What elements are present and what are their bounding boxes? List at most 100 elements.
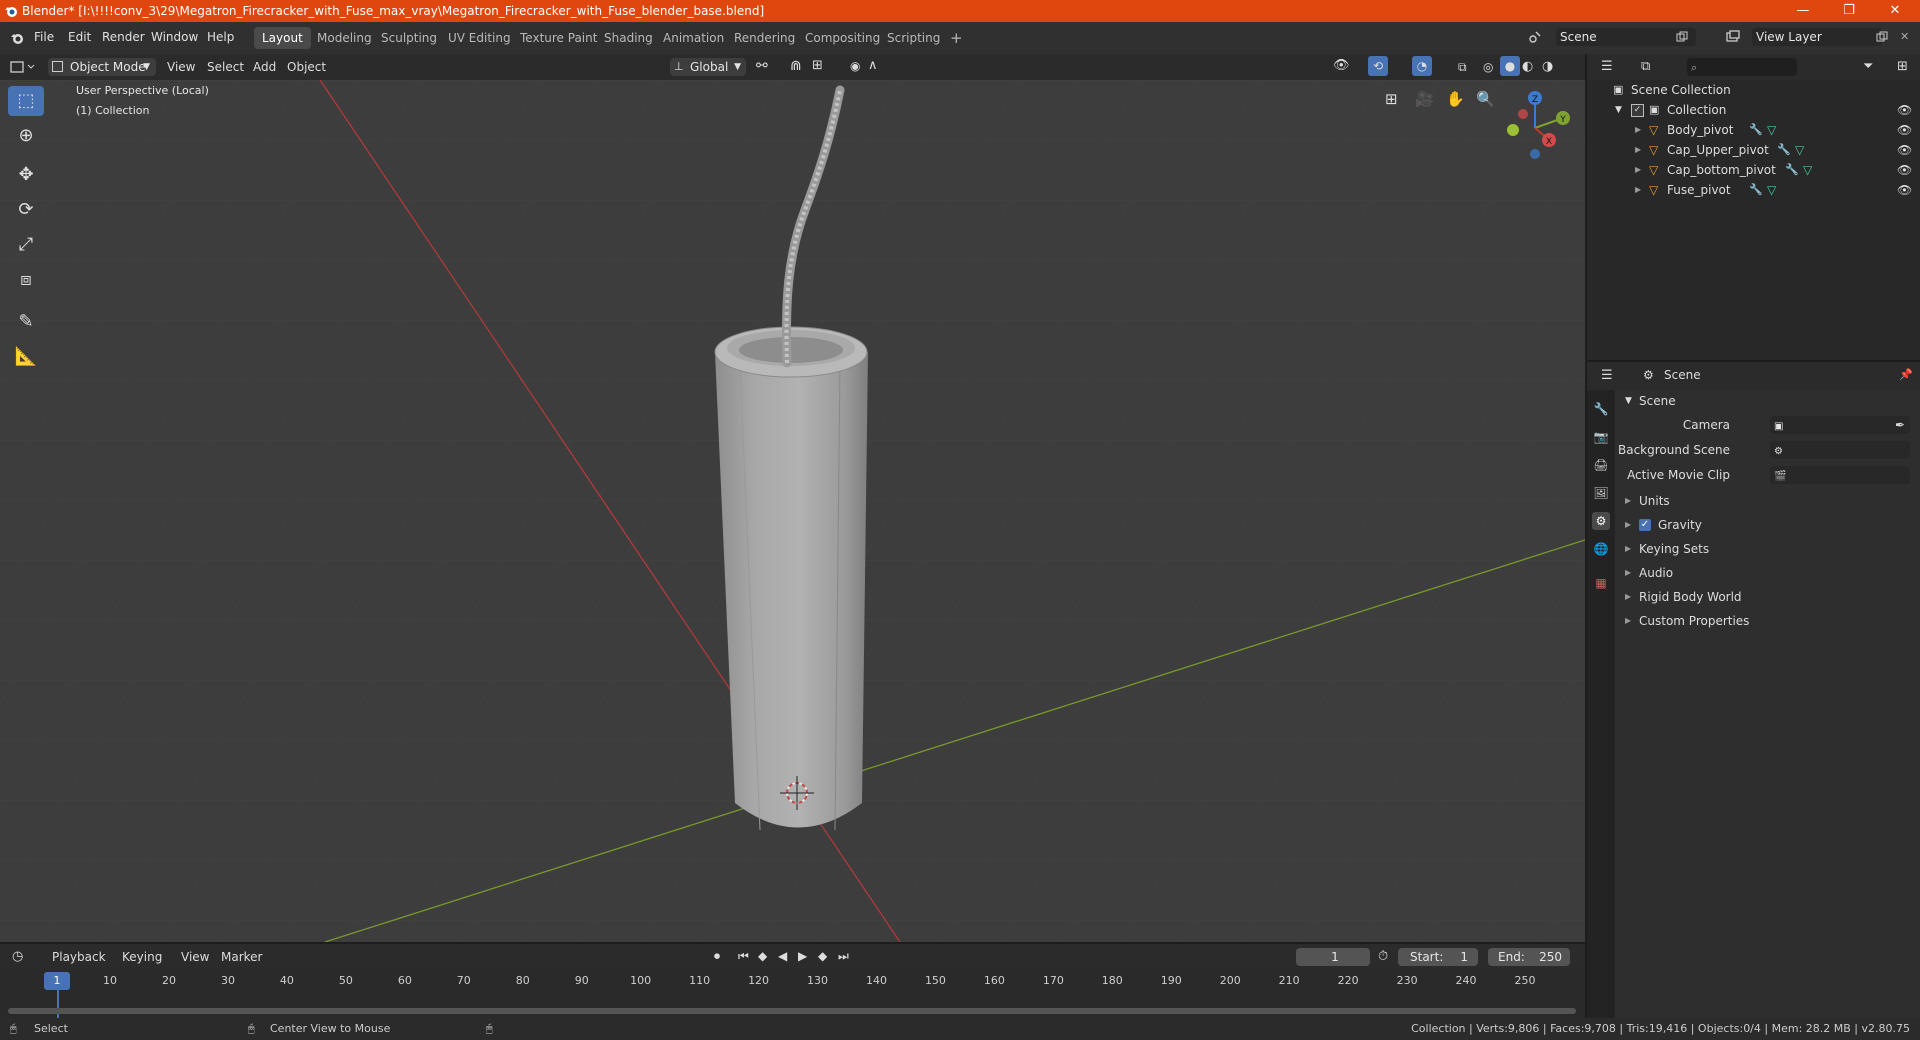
timeline-menu-playback[interactable]: Playback <box>52 948 106 966</box>
keying-sets-section[interactable]: ▶ Keying Sets <box>1615 538 1920 560</box>
filter-icon[interactable]: ⏷ <box>1863 59 1873 74</box>
outliner-editor-icon[interactable]: ☰ <box>1601 59 1613 74</box>
eye-icon[interactable]: 👁 <box>1897 160 1912 180</box>
next-keyframe-icon[interactable]: ◆ <box>818 949 827 963</box>
play-icon[interactable]: ▶ <box>798 949 807 963</box>
units-section[interactable]: ▶ Units <box>1615 490 1920 512</box>
scene-tab-icon[interactable]: ⚙ <box>1592 512 1610 530</box>
viewport-menu-add[interactable]: Add <box>253 58 276 76</box>
render-tab-icon[interactable]: 📷 <box>1592 428 1610 446</box>
tab-scripting[interactable]: Scripting <box>879 27 948 49</box>
new-collection-icon[interactable]: ⊞ <box>1897 59 1908 74</box>
editor-type-icon[interactable] <box>10 59 36 75</box>
solid-shading-icon[interactable]: ● <box>1500 56 1520 76</box>
material-shading-icon[interactable]: ◐ <box>1522 58 1533 76</box>
view-layer-tab-icon[interactable]: 🖼 <box>1592 484 1610 502</box>
play-reverse-icon[interactable]: ◀ <box>778 949 787 963</box>
move-tool-icon[interactable]: ✥ <box>8 160 44 190</box>
outliner-row-cap-bottom-pivot[interactable]: ▶ ▽ Cap_bottom_pivot 🔧 ▽ 👁 <box>1587 160 1920 180</box>
rotate-tool-icon[interactable]: ⟳ <box>8 195 44 225</box>
tab-rendering[interactable]: Rendering <box>726 27 803 49</box>
measure-tool-icon[interactable]: 📐 <box>8 342 44 372</box>
mesh-data-icon[interactable]: ▽ <box>1803 160 1812 180</box>
duplicate-scene-icon[interactable] <box>1676 31 1688 43</box>
mode-dropdown[interactable]: Object Mode ▼ <box>48 58 156 76</box>
menu-render[interactable]: Render <box>102 30 145 44</box>
outliner-row-fuse-pivot[interactable]: ▶ ▽ Fuse_pivot 🔧 ▽ 👁 <box>1587 180 1920 200</box>
tab-modeling[interactable]: Modeling <box>309 27 380 49</box>
start-frame-field[interactable]: Start: 1 <box>1398 948 1478 966</box>
camera-view-icon[interactable]: 🎥 <box>1415 90 1434 108</box>
add-workspace-button[interactable]: + <box>942 27 971 49</box>
toggle-camera-icon[interactable]: ⊞ <box>1385 90 1398 108</box>
expand-arrow-icon[interactable]: ▶ <box>1635 180 1641 200</box>
world-tab-icon[interactable]: 🌐 <box>1592 540 1610 558</box>
snap-target-icon[interactable]: ⊞ <box>812 57 823 75</box>
texture-tab-icon[interactable]: ▦ <box>1592 574 1610 592</box>
restore-button[interactable]: ❐ <box>1826 0 1872 22</box>
tab-sculpting[interactable]: Sculpting <box>373 27 445 49</box>
rendered-shading-icon[interactable]: ◑ <box>1542 58 1553 76</box>
zoom-icon[interactable]: 🔍 <box>1476 90 1495 108</box>
eye-icon[interactable]: 👁 <box>1897 120 1912 140</box>
pan-hand-icon[interactable]: ✋ <box>1446 90 1465 108</box>
mesh-data-icon[interactable]: ▽ <box>1767 180 1776 200</box>
outliner-row-collection[interactable]: ▼ ✓ ▣ Collection 👁 <box>1587 100 1920 120</box>
custom-properties-section[interactable]: ▶ Custom Properties <box>1615 610 1920 632</box>
tab-uv-editing[interactable]: UV Editing <box>440 27 519 49</box>
pin-icon[interactable]: 📌 <box>1899 368 1913 381</box>
eye-icon[interactable]: 👁 <box>1897 100 1912 120</box>
view-layer-icon[interactable] <box>1726 30 1740 44</box>
falloff-icon[interactable]: ∧ <box>868 57 878 75</box>
timeline-menu-view[interactable]: View <box>181 948 209 966</box>
blender-menu-icon[interactable] <box>10 31 24 45</box>
display-mode-icon[interactable]: ⧉ <box>1641 59 1650 74</box>
menu-help[interactable]: Help <box>207 30 234 44</box>
scale-tool-icon[interactable]: ⤢ <box>8 230 44 260</box>
timeline-editor-icon[interactable]: ◷ <box>12 949 23 964</box>
menu-window[interactable]: Window <box>151 30 198 44</box>
scene-panel-header[interactable]: ▼ Scene <box>1615 390 1920 412</box>
prev-keyframe-icon[interactable]: ◆ <box>758 949 767 963</box>
tool-tab-icon[interactable]: 🔧 <box>1592 400 1610 418</box>
menu-edit[interactable]: Edit <box>68 30 91 44</box>
output-tab-icon[interactable]: 🖨 <box>1592 456 1610 474</box>
expand-arrow-icon[interactable]: ▶ <box>1635 120 1641 140</box>
transform-orientation-dropdown[interactable]: ⊥ Global ▼ <box>670 58 746 76</box>
expand-arrow-icon[interactable]: ▶ <box>1635 160 1641 180</box>
movie-clip-field[interactable]: 🎬 <box>1770 466 1910 484</box>
jump-start-icon[interactable]: ⏮ <box>738 949 749 964</box>
viewport-menu-object[interactable]: Object <box>287 58 326 76</box>
timeline-body[interactable]: 1 10 20 30 40 50 60 70 80 90 100 110 120 130 140 150 160… <box>0 970 1585 1018</box>
tab-shading[interactable]: Shading <box>596 27 661 49</box>
modifier-wrench-icon[interactable]: 🔧 <box>1749 120 1763 140</box>
eyedropper-icon[interactable]: ✒ <box>1895 414 1905 436</box>
camera-field[interactable]: ▣ <box>1770 416 1910 434</box>
scene-selector[interactable]: Scene <box>1556 28 1696 46</box>
gravity-checkbox[interactable]: ✓ <box>1639 519 1651 531</box>
modifier-wrench-icon[interactable]: 🔧 <box>1749 180 1763 200</box>
outliner-search-input[interactable]: ⌕ <box>1687 58 1797 76</box>
close-button[interactable]: ✕ <box>1872 0 1918 22</box>
outliner-row-cap-upper-pivot[interactable]: ▶ ▽ Cap_Upper_pivot 🔧 ▽ 👁 <box>1587 140 1920 160</box>
timeline-menu-marker[interactable]: Marker <box>221 948 262 966</box>
tab-layout[interactable]: Layout <box>254 27 311 49</box>
eye-icon[interactable]: 👁 <box>1897 140 1912 160</box>
transform-tool-icon[interactable]: ⧈ <box>8 265 44 295</box>
remove-layer-icon[interactable]: ✕ <box>1900 30 1909 43</box>
menu-file[interactable]: File <box>34 30 54 44</box>
tab-animation[interactable]: Animation <box>655 27 732 49</box>
overlay-toggle-icon[interactable]: ◔ <box>1412 56 1432 76</box>
gravity-section[interactable]: ▶ ✓ Gravity <box>1615 514 1920 536</box>
audio-section[interactable]: ▶ Audio <box>1615 562 1920 584</box>
collapse-arrow-icon[interactable]: ▼ <box>1615 100 1622 120</box>
select-box-tool-icon[interactable]: ⬚ <box>8 86 44 116</box>
axis-gizmo-icon[interactable]: Z Y X <box>1495 88 1575 168</box>
properties-editor-icon[interactable]: ☰ <box>1601 368 1613 383</box>
xray-icon[interactable]: ⧉ <box>1458 58 1467 76</box>
pivot-point-icon[interactable]: ⚯ <box>756 57 768 75</box>
outliner-row-body-pivot[interactable]: ▶ ▽ Body_pivot 🔧 ▽ 👁 <box>1587 120 1920 140</box>
view-layer-selector[interactable]: View Layer <box>1752 28 1882 46</box>
cursor-tool-icon[interactable]: ⊕ <box>8 121 44 151</box>
navigation-gizmo[interactable]: Z Y X <box>1495 88 1575 168</box>
